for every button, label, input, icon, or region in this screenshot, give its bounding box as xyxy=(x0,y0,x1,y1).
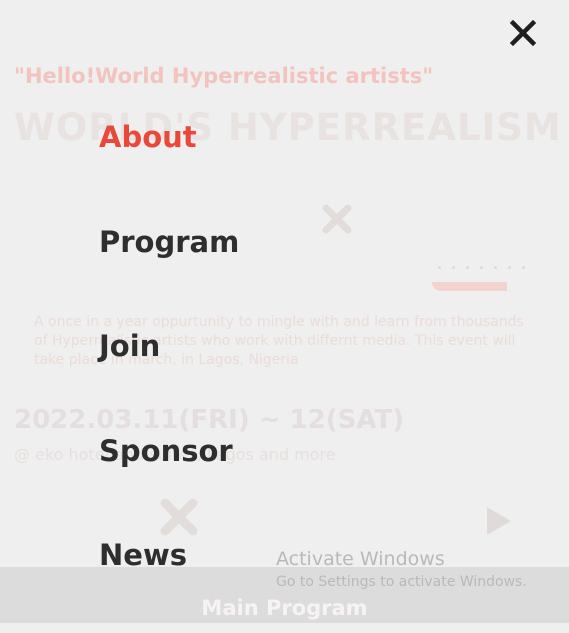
hero-headline: WORLD'S HYPERREALISM ANNUAL CONFERENCE 2… xyxy=(14,106,559,149)
close-menu-button[interactable] xyxy=(508,18,538,48)
close-icon xyxy=(509,19,537,47)
os-activation-watermark: Activate Windows Go to Settings to activ… xyxy=(276,546,527,592)
hero-tagline: "Hello!World Hyperrealistic artists" xyxy=(14,64,434,88)
decorative-x-icon xyxy=(322,204,352,234)
main-program-label: Main Program xyxy=(201,596,368,620)
menu-item-join[interactable]: Join xyxy=(99,319,239,424)
menu-item-news[interactable]: News xyxy=(99,528,239,633)
decorative-dots xyxy=(438,266,525,269)
background-page: "Hello!World Hyperrealistic artists" WOR… xyxy=(0,0,569,623)
watermark-title: Activate Windows xyxy=(276,548,445,570)
menu-item-sponsor[interactable]: Sponsor xyxy=(99,424,239,529)
play-icon xyxy=(487,507,511,535)
main-menu: About Program Join Sponsor News xyxy=(99,110,239,633)
decorative-bar xyxy=(432,282,507,291)
menu-item-program[interactable]: Program xyxy=(99,215,239,320)
watermark-subtitle: Go to Settings to activate Windows. xyxy=(276,574,527,590)
menu-item-about[interactable]: About xyxy=(99,110,239,215)
